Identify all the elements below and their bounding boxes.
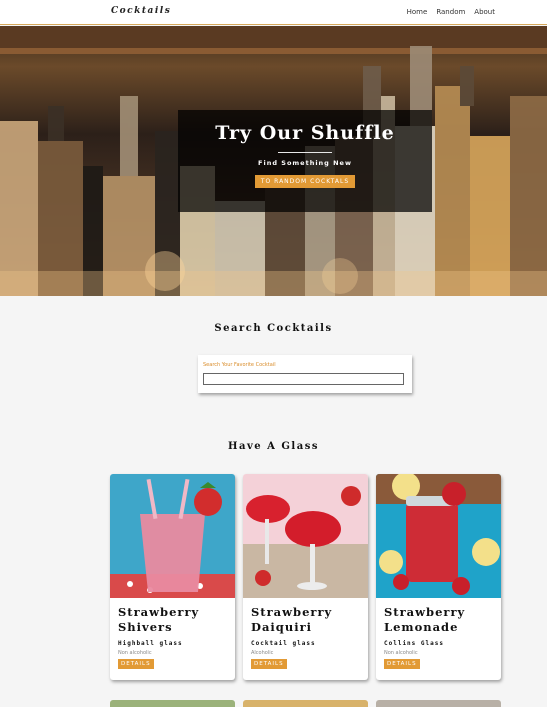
cocktail-name: Strawberry Shivers: [118, 605, 200, 634]
search-card: Search Your Favorite Cocktail: [198, 355, 412, 393]
hero-title: Try Our Shuffle: [215, 122, 395, 144]
cocktail-alcoholic: Alcoholic: [251, 650, 274, 656]
hero-overlay: Try Our Shuffle Find Something New TO RA…: [178, 110, 432, 212]
cocktail-alcoholic: Non alcoholic: [118, 650, 152, 656]
cocktail-card[interactable]: [376, 700, 501, 707]
cocktail-glass: Highball glass: [118, 640, 183, 647]
cocktail-alcoholic: Non alcoholic: [384, 650, 418, 656]
glasses-section-title: Have A Glass: [228, 441, 319, 452]
details-button[interactable]: DETAILS: [118, 659, 154, 669]
navbar: Cocktails Home Random About: [0, 0, 547, 25]
cocktail-card[interactable]: Strawberry Shivers Highball glass Non al…: [110, 474, 235, 680]
details-button[interactable]: DETAILS: [384, 659, 420, 669]
nav-link-about[interactable]: About: [474, 8, 495, 16]
cocktail-card[interactable]: [110, 700, 235, 707]
cocktail-card[interactable]: Strawberry Daiquiri Cocktail glass Alcoh…: [243, 474, 368, 680]
cocktail-card[interactable]: [243, 700, 368, 707]
hero-divider: [278, 152, 332, 153]
search-section-title: Search Cocktails: [214, 323, 333, 334]
cocktail-name: Strawberry Lemonade: [384, 605, 466, 634]
cocktail-name: Strawberry Daiquiri: [251, 605, 333, 634]
hero-banner: Try Our Shuffle Find Something New TO RA…: [0, 26, 547, 296]
cocktail-card[interactable]: Strawberry Lemonade Collins Glass Non al…: [376, 474, 501, 680]
cocktail-glass: Collins Glass: [384, 640, 444, 647]
cocktail-image: [243, 474, 368, 598]
random-cocktails-button[interactable]: TO RANDOM COCKTALS: [254, 175, 356, 188]
search-label: Search Your Favorite Cocktail: [203, 362, 276, 368]
nav-link-random[interactable]: Random: [436, 8, 465, 16]
search-input[interactable]: [203, 373, 404, 385]
brand-logo[interactable]: Cocktails: [111, 6, 171, 16]
nav-link-home[interactable]: Home: [407, 8, 428, 16]
cocktail-image: [110, 474, 235, 598]
cocktail-glass: Cocktail glass: [251, 640, 316, 647]
details-button[interactable]: DETAILS: [251, 659, 287, 669]
hero-subtitle: Find Something New: [258, 159, 352, 167]
cocktail-image: [376, 474, 501, 598]
nav-links: Home Random About: [407, 8, 495, 16]
